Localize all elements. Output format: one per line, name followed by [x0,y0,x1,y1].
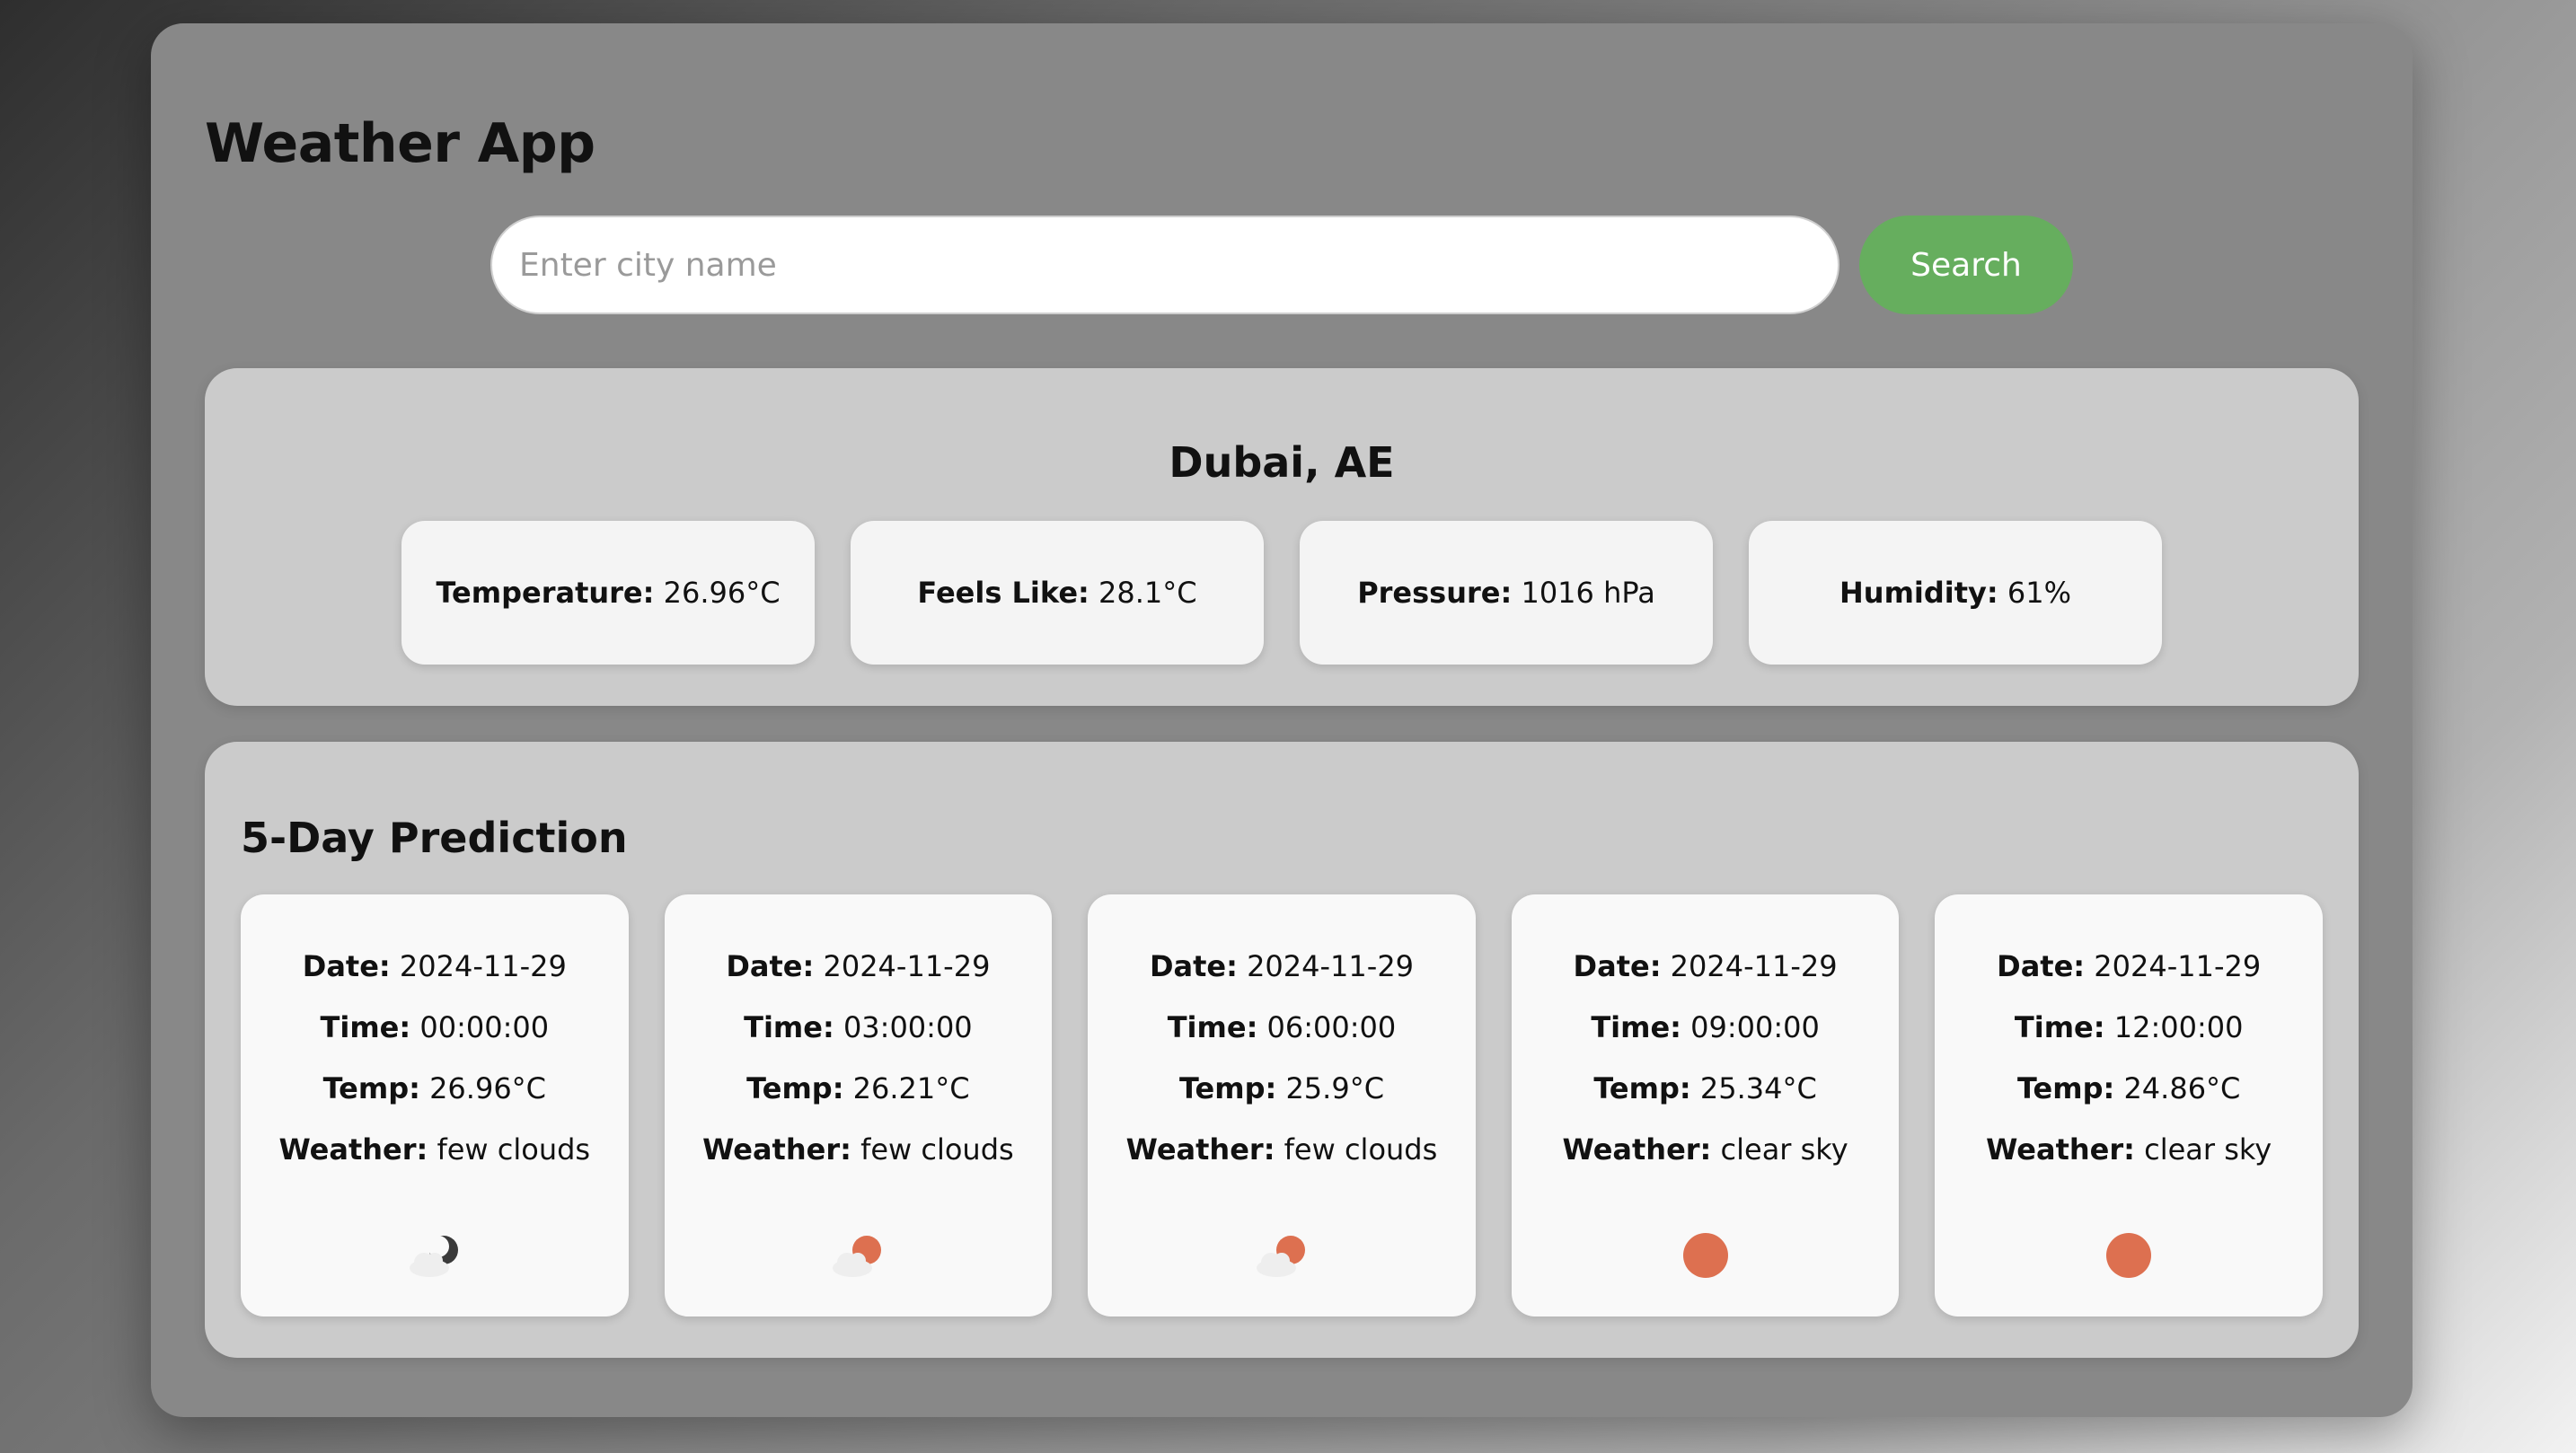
forecast-temp: Temp: 26.96°C [241,1070,629,1132]
forecast-date: Date: 2024-11-29 [1088,948,1476,1009]
temp-value: 25.34°C [1699,1071,1817,1105]
date-label: Date: [1573,949,1662,983]
forecast-panel: 5-Day Prediction Date: 2024-11-29 Time: … [205,742,2359,1358]
forecast-weather: Weather: few clouds [665,1132,1053,1193]
time-label: Time: [2014,1010,2105,1044]
forecast-time: Time: 00:00:00 [241,1009,629,1070]
search-bar: Search [205,216,2359,314]
forecast-temp: Temp: 24.86°C [1935,1070,2323,1132]
forecast-date: Date: 2024-11-29 [241,948,629,1009]
app-title: Weather App [205,112,595,175]
time-label: Time: [1591,1010,1681,1044]
forecast-weather: Weather: clear sky [1512,1132,1900,1193]
metric-label: Temperature: [436,576,655,610]
metric-value: 26.96°C [663,576,781,610]
date-value: 2024-11-29 [1670,949,1838,983]
forecast-temp: Temp: 25.34°C [1512,1070,1900,1132]
app-container: Weather App Search Dubai, AE Temperature… [151,23,2413,1417]
city-search-input[interactable] [490,216,1839,314]
metric-label: Feels Like: [917,576,1090,610]
metric-label: Pressure: [1357,576,1513,610]
weather-value: few clouds [860,1132,1014,1167]
current-weather-panel: Dubai, AE Temperature: 26.96°C Feels Lik… [205,368,2359,706]
forecast-weather: Weather: few clouds [1088,1132,1476,1193]
date-label: Date: [726,949,815,983]
temp-label: Temp: [322,1071,420,1105]
forecast-temp: Temp: 26.21°C [665,1070,1053,1132]
temp-label: Temp: [1593,1071,1691,1105]
forecast-time: Time: 06:00:00 [1088,1009,1476,1070]
weather-label: Weather: [1562,1132,1712,1167]
temp-label: Temp: [746,1071,844,1105]
time-value: 00:00:00 [419,1010,550,1044]
forecast-day-card: Date: 2024-11-29 Time: 03:00:00 Temp: 26… [664,894,1053,1317]
forecast-time: Time: 12:00:00 [1935,1009,2323,1070]
metric-label: Humidity: [1839,576,1998,610]
metric-value: 1016 hPa [1521,576,1655,610]
metric-value: 28.1°C [1098,576,1197,610]
weather-label: Weather: [702,1132,851,1167]
time-value: 09:00:00 [1690,1010,1820,1044]
forecast-weather: Weather: few clouds [241,1132,629,1193]
forecast-date: Date: 2024-11-29 [1512,948,1900,1009]
forecast-weather: Weather: clear sky [1935,1132,2323,1193]
temp-label: Temp: [1178,1071,1277,1105]
temp-value: 26.96°C [429,1071,547,1105]
weather-value: clear sky [1720,1132,1848,1167]
pressure-metric: Pressure: 1016 hPa [1300,521,1713,665]
weather-value: few clouds [1284,1132,1438,1167]
forecast-day-card: Date: 2024-11-29 Time: 12:00:00 Temp: 24… [1935,894,2323,1317]
forecast-day-card: Date: 2024-11-29 Time: 09:00:00 Temp: 25… [1511,894,1900,1317]
clear-sky-sun-icon [1512,1228,1900,1282]
date-label: Date: [1149,949,1238,983]
few-clouds-day-icon [1088,1228,1476,1282]
city-name: Dubai, AE [1169,438,1395,487]
forecast-date: Date: 2024-11-29 [1935,948,2323,1009]
date-value: 2024-11-29 [1247,949,1415,983]
date-label: Date: [1997,949,2086,983]
forecast-temp: Temp: 25.9°C [1088,1070,1476,1132]
date-label: Date: [302,949,391,983]
forecast-list: Date: 2024-11-29 Time: 00:00:00 Temp: 26… [241,894,2323,1317]
few-clouds-night-icon [241,1228,629,1282]
time-value: 06:00:00 [1266,1010,1397,1044]
feels-like-metric: Feels Like: 28.1°C [851,521,1264,665]
time-label: Time: [1167,1010,1258,1044]
search-button[interactable]: Search [1859,216,2073,314]
date-value: 2024-11-29 [823,949,991,983]
temp-value: 24.86°C [2123,1071,2241,1105]
few-clouds-day-icon [665,1228,1053,1282]
time-label: Time: [320,1010,411,1044]
weather-value: clear sky [2144,1132,2272,1167]
date-value: 2024-11-29 [399,949,567,983]
metric-value: 61% [2007,576,2071,610]
forecast-title: 5-Day Prediction [241,814,628,862]
temperature-metric: Temperature: 26.96°C [401,521,815,665]
forecast-time: Time: 03:00:00 [665,1009,1053,1070]
forecast-date: Date: 2024-11-29 [665,948,1053,1009]
date-value: 2024-11-29 [2094,949,2262,983]
weather-label: Weather: [278,1132,428,1167]
weather-value: few clouds [437,1132,591,1167]
time-value: 12:00:00 [2113,1010,2244,1044]
temp-value: 26.21°C [852,1071,970,1105]
weather-label: Weather: [1125,1132,1275,1167]
humidity-metric: Humidity: 61% [1749,521,2162,665]
forecast-day-card: Date: 2024-11-29 Time: 06:00:00 Temp: 25… [1088,894,1476,1317]
current-metrics: Temperature: 26.96°C Feels Like: 28.1°C … [205,521,2359,665]
clear-sky-sun-icon [1935,1228,2323,1282]
temp-value: 25.9°C [1285,1071,1385,1105]
temp-label: Temp: [2016,1071,2115,1105]
forecast-day-card: Date: 2024-11-29 Time: 00:00:00 Temp: 26… [241,894,629,1317]
time-value: 03:00:00 [842,1010,973,1044]
time-label: Time: [744,1010,834,1044]
weather-label: Weather: [1986,1132,2135,1167]
forecast-time: Time: 09:00:00 [1512,1009,1900,1070]
